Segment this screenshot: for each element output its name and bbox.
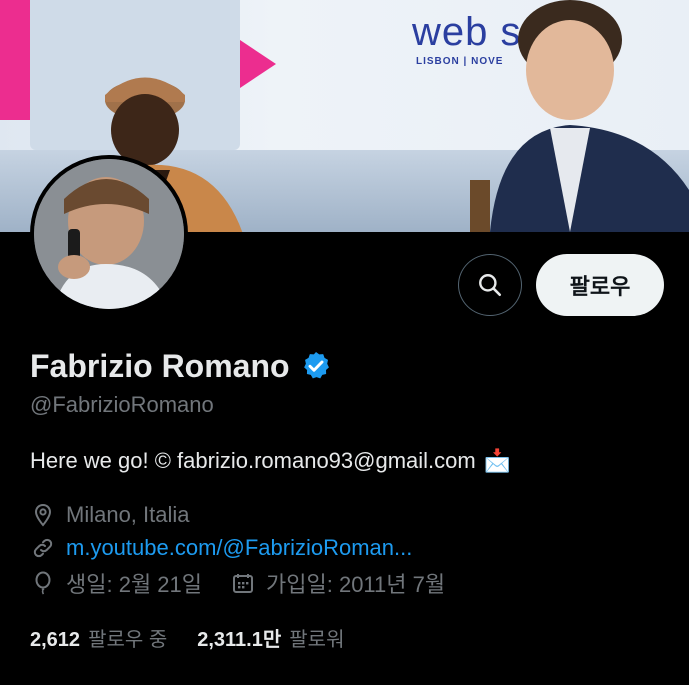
website-row: m.youtube.com/@FabrizioRoman...	[30, 535, 412, 561]
profile-location: Milano, Italia	[66, 502, 190, 527]
profile-birthday: 생일: 2월 21일	[66, 572, 203, 597]
incoming-envelope-icon: 📩	[483, 448, 512, 473]
profile-website-link[interactable]: m.youtube.com/@FabrizioRoman...	[66, 535, 412, 561]
birthday-item: 생일: 2월 21일	[30, 567, 202, 599]
joined-item: 가입일: 2011년 7월	[230, 567, 445, 599]
profile-handle: @FabrizioRomano	[30, 392, 214, 417]
profile-joined: 가입일: 2011년 7월	[266, 572, 446, 597]
dates-row: 생일: 2월 21일 가입일: 2011년 7월	[30, 567, 445, 599]
name-row: Fabrizio Romano	[30, 344, 332, 388]
profile-name: Fabrizio Romano	[30, 347, 290, 384]
banner-person-right	[470, 0, 689, 232]
following-count: 2,612	[30, 629, 81, 651]
link-icon	[30, 535, 56, 561]
followers-stat[interactable]: 2,311.1만 팔로워	[197, 623, 344, 652]
balloon-icon	[30, 570, 56, 596]
verified-badge-icon[interactable]	[300, 350, 332, 382]
calendar-icon	[230, 570, 256, 596]
follow-button[interactable]: 팔로우	[536, 254, 664, 316]
follow-stats: 2,612 팔로우 중 2,311.1만 팔로워	[30, 623, 344, 652]
followers-count: 2,311.1만	[197, 629, 282, 651]
location-pin-icon	[30, 502, 56, 528]
search-icon	[479, 274, 502, 297]
profile-bio: Here we go! © fabrizio.romano93@gmail.co…	[30, 448, 511, 474]
followers-label: 팔로워	[289, 629, 345, 651]
following-label: 팔로우 중	[88, 629, 168, 651]
bio-text: Here we go! © fabrizio.romano93@gmail.co…	[30, 448, 476, 473]
profile-avatar[interactable]	[30, 155, 188, 313]
following-stat[interactable]: 2,612 팔로우 중	[30, 623, 167, 652]
location-row: Milano, Italia	[30, 502, 190, 528]
search-button[interactable]	[458, 254, 522, 316]
